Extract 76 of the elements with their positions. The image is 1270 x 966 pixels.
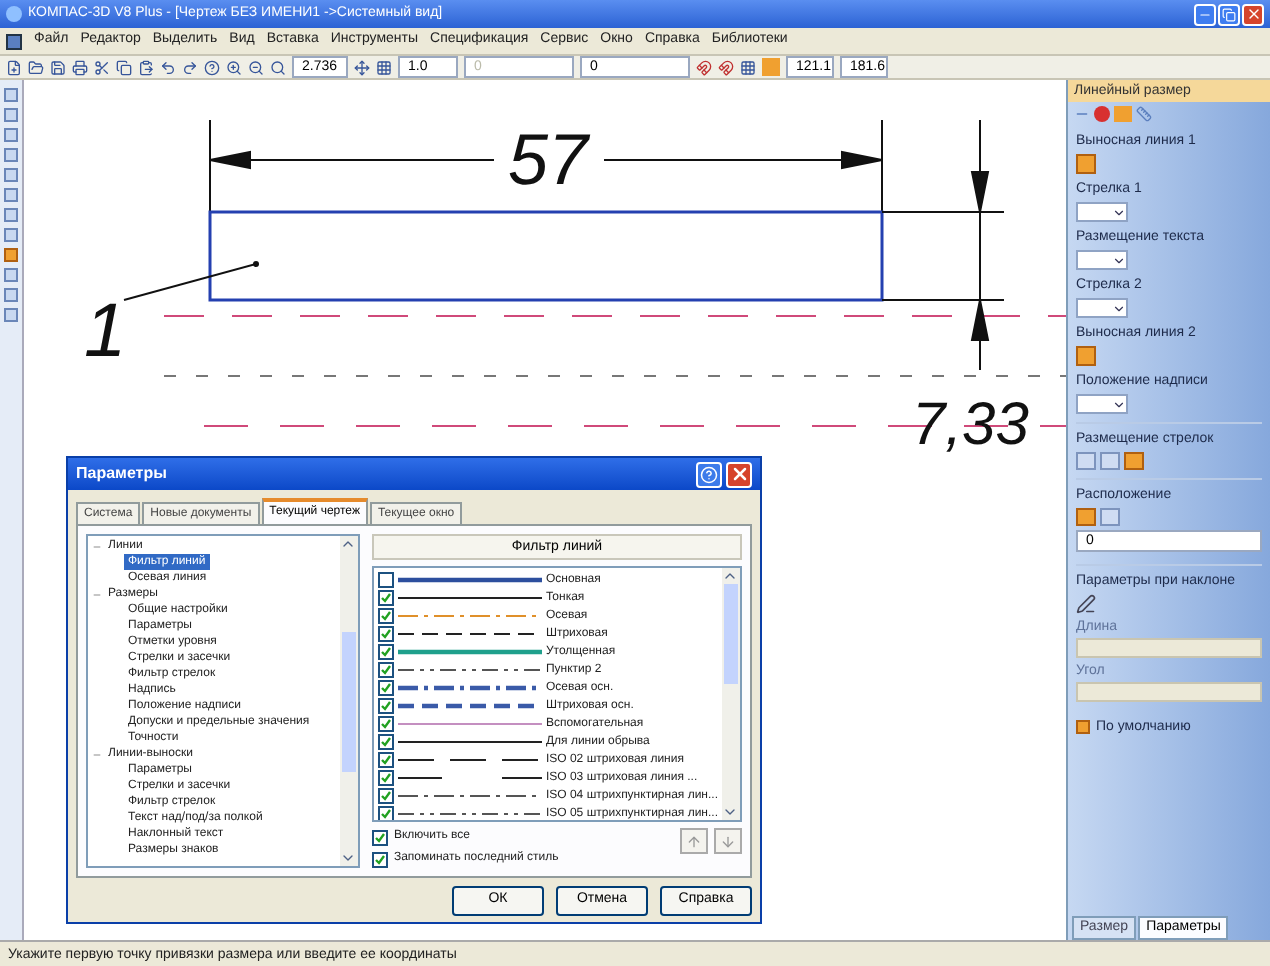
pan-icon[interactable] — [354, 59, 370, 75]
stop-icon[interactable] — [1094, 106, 1110, 122]
leader-number: 1 — [84, 290, 127, 374]
restore-button[interactable] — [1218, 3, 1240, 25]
style-dropdown[interactable] — [1076, 202, 1128, 222]
up-arrow-icon — [686, 833, 702, 849]
search-icon[interactable] — [270, 59, 286, 75]
close-icon — [1245, 6, 1261, 22]
checkbox[interactable] — [377, 679, 394, 695]
scroll-up-icon — [722, 568, 738, 584]
new-file-icon[interactable] — [6, 59, 22, 75]
dimension-text: 7,33 — [912, 392, 1029, 458]
checkbox[interactable] — [377, 697, 394, 713]
scroll-up-icon — [339, 536, 356, 552]
leader-line — [123, 261, 259, 301]
close-button[interactable] — [726, 461, 752, 487]
minimize-button[interactable] — [1194, 3, 1216, 25]
scrollbar[interactable] — [339, 536, 358, 866]
dialog-title: Параметры — [76, 462, 169, 486]
checkbox[interactable] — [377, 589, 394, 605]
help-icon — [700, 465, 718, 483]
grid-icon[interactable] — [376, 59, 392, 75]
grid-icon[interactable] — [740, 59, 756, 75]
restore-icon — [1222, 7, 1236, 21]
pen-icon — [1076, 594, 1096, 614]
scissors-icon[interactable] — [94, 59, 110, 75]
zoom-out-icon[interactable] — [248, 59, 264, 75]
copy-icon[interactable] — [116, 59, 132, 75]
magnet-icon[interactable] — [696, 59, 712, 75]
scroll-down-icon — [722, 804, 738, 820]
magnet-icon[interactable] — [718, 59, 734, 75]
caret-icon — [1112, 397, 1126, 411]
checkbox[interactable] — [377, 661, 394, 677]
checkbox[interactable] — [377, 643, 394, 659]
checkbox[interactable] — [377, 715, 394, 731]
undo-icon[interactable] — [160, 59, 176, 75]
paste-icon[interactable] — [138, 59, 154, 75]
document-icon[interactable] — [6, 33, 22, 49]
help-icon[interactable] — [204, 59, 220, 75]
collapse-toggle[interactable] — [92, 749, 104, 759]
caret-icon — [1112, 301, 1126, 315]
redo-icon[interactable] — [182, 59, 198, 75]
dimension-text: 57 — [507, 118, 589, 200]
scroll-down-icon — [339, 850, 356, 866]
checkbox[interactable] — [377, 607, 394, 623]
help-button[interactable] — [696, 461, 722, 487]
checkbox[interactable] — [1076, 720, 1090, 734]
zoom-in-icon[interactable] — [226, 59, 242, 75]
caret-icon — [1112, 205, 1126, 219]
collapse-toggle[interactable] — [92, 589, 104, 599]
checkbox[interactable] — [371, 829, 388, 845]
style-dropdown[interactable] — [1076, 298, 1128, 318]
ruler-icon — [1136, 106, 1152, 122]
checkbox[interactable] — [377, 787, 394, 803]
close-button[interactable] — [1242, 3, 1264, 25]
style-dropdown[interactable] — [1076, 250, 1128, 270]
app-icon — [6, 6, 22, 22]
save-icon[interactable] — [50, 59, 66, 75]
checkbox[interactable] — [377, 733, 394, 749]
checkbox[interactable] — [371, 851, 388, 867]
checkbox[interactable] — [377, 571, 394, 587]
caret-icon — [1112, 253, 1126, 267]
drawing-canvas[interactable] — [24, 80, 1066, 940]
printer-icon[interactable] — [72, 59, 88, 75]
open-folder-icon[interactable] — [28, 59, 44, 75]
checkbox[interactable] — [377, 769, 394, 785]
checkbox[interactable] — [377, 625, 394, 641]
toggle-button[interactable] — [1076, 154, 1096, 174]
collapse-toggle[interactable] — [92, 541, 104, 551]
style-dropdown[interactable] — [1076, 394, 1128, 414]
down-arrow-icon — [720, 833, 736, 849]
checkbox[interactable] — [377, 805, 394, 820]
close-icon — [729, 464, 749, 484]
toggle-button[interactable] — [1076, 346, 1096, 366]
checkbox[interactable] — [377, 751, 394, 767]
scrollbar[interactable] — [722, 568, 740, 820]
